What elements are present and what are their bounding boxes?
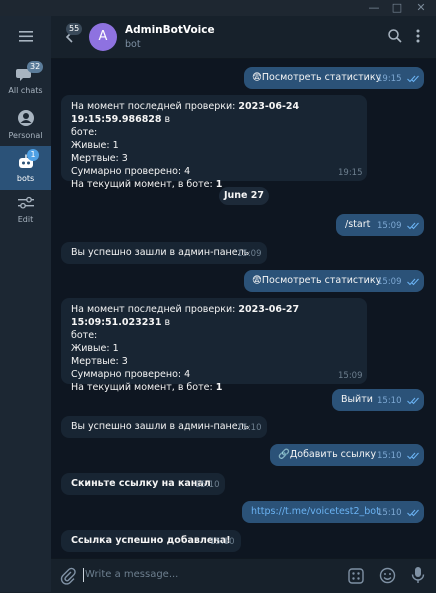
hamburger-menu-icon <box>19 31 33 42</box>
message-text: /start <box>345 219 371 230</box>
sidebar-item-label: Edit <box>17 215 34 224</box>
message-time: 15:10 <box>377 396 402 406</box>
message-time: 15:09 <box>338 371 363 381</box>
date-separator: June 27 <box>219 187 269 205</box>
double-check-icon <box>407 278 419 286</box>
chat-header: 55 A AdminBotVoice bot <box>51 16 436 59</box>
sidebar-item-label: Personal <box>8 131 43 140</box>
message-time: 15:10 <box>195 480 220 490</box>
message-line: Живые: 1 <box>71 140 119 151</box>
message-line: боте: <box>71 127 98 138</box>
message-line: На момент последней проверки: 2023-06-24… <box>71 101 300 125</box>
incoming-message[interactable]: На момент последней проверки: 2023-06-24… <box>61 95 367 190</box>
emoji: 🔗 <box>278 449 290 460</box>
avatar[interactable]: A <box>89 23 117 51</box>
message-text: Ссылка успешно добавлена! <box>71 535 231 546</box>
close-button[interactable]: ✕ <box>414 1 428 15</box>
unread-count-badge: 55 <box>66 23 83 35</box>
outgoing-message[interactable]: 😨Посмотреть статистику 15:09 <box>244 270 424 292</box>
emoji: 😨 <box>252 72 262 83</box>
sidebar-item-all-chats[interactable]: 32 All chats <box>0 60 51 104</box>
message-text: Вы успешно зашли в админ-панель <box>71 247 250 258</box>
microphone-icon[interactable] <box>411 566 425 584</box>
sidebar-item-bots[interactable]: 1 bots <box>0 146 51 190</box>
sidebar-item-personal[interactable]: Personal <box>0 104 51 148</box>
outgoing-message[interactable]: 🔗Добавить ссылку 15:10 <box>270 444 424 466</box>
chat-subtitle: bot <box>125 39 141 50</box>
outgoing-message[interactable]: Выйти 15:10 <box>332 389 424 411</box>
incoming-message[interactable]: Вы успешно зашли в админ-панель 15:09 <box>61 242 267 264</box>
message-text: Вы успешно зашли в админ-панель <box>71 421 250 432</box>
search-icon[interactable] <box>387 28 403 44</box>
double-check-icon <box>407 75 419 83</box>
sidebar-item-label: All chats <box>8 86 43 95</box>
minimize-button[interactable]: — <box>367 1 381 15</box>
unread-badge: 1 <box>27 149 39 161</box>
message-text: Посмотреть статистику <box>261 72 382 83</box>
message-line: На текущий момент, в боте: 1 <box>71 382 223 393</box>
message-line: На момент последней проверки: 2023-06-27… <box>71 304 300 328</box>
unread-badge: 32 <box>27 61 44 73</box>
double-check-icon <box>407 222 419 230</box>
message-time: 15:10 <box>237 423 262 433</box>
folder-sidebar: 32 All chats Personal 1 bots Edit <box>0 16 51 592</box>
message-text: Выйти <box>341 394 373 405</box>
incoming-message[interactable]: На момент последней проверки: 2023-06-27… <box>61 298 367 393</box>
message-time: 15:10 <box>377 451 402 461</box>
double-check-icon <box>407 452 419 460</box>
message-line: Суммарно проверено: 4 <box>71 166 191 177</box>
message-line: Мертвые: 3 <box>71 356 128 367</box>
window-titlebar: — □ ✕ <box>0 0 436 16</box>
message-time: 15:09 <box>377 277 402 287</box>
emoji: 😨 <box>252 275 262 286</box>
message-text: Добавить ссылку <box>289 449 377 460</box>
text-caret <box>83 568 84 582</box>
bot-commands-icon[interactable] <box>348 568 364 584</box>
incoming-message[interactable]: Ссылка успешно добавлена! 15:10 <box>61 530 241 552</box>
message-input[interactable]: Write a message... <box>85 569 178 580</box>
message-time: 15:10 <box>377 508 402 518</box>
message-text: Посмотреть статистику <box>261 275 382 286</box>
sidebar-item-edit[interactable]: Edit <box>0 190 51 234</box>
more-vertical-icon[interactable] <box>414 28 422 44</box>
message-link[interactable]: https://t.me/voicetest2_bot <box>251 505 380 518</box>
emoji-icon[interactable] <box>379 567 396 584</box>
message-line: Суммарно проверено: 4 <box>71 369 191 380</box>
message-time: 15:09 <box>237 249 262 259</box>
message-line: Живые: 1 <box>71 343 119 354</box>
person-icon <box>18 110 34 126</box>
message-line: боте: <box>71 330 98 341</box>
outgoing-message[interactable]: /start 15:09 <box>336 214 424 236</box>
message-time: 15:10 <box>210 537 235 547</box>
message-line: Мертвые: 3 <box>71 153 128 164</box>
chat-title[interactable]: AdminBotVoice <box>125 24 215 36</box>
incoming-message[interactable]: Вы успешно зашли в админ-панель 15:10 <box>61 416 267 438</box>
outgoing-message[interactable]: https://t.me/voicetest2_bot 15:10 <box>242 501 424 523</box>
double-check-icon <box>407 509 419 517</box>
incoming-message[interactable]: Скиньте ссылку на канал 15:10 <box>61 473 225 495</box>
message-composer: Write a message... <box>51 558 436 593</box>
sliders-icon <box>18 196 34 209</box>
message-time: 19:15 <box>377 74 402 84</box>
double-check-icon <box>407 397 419 405</box>
maximize-button[interactable]: □ <box>390 1 404 15</box>
paperclip-icon[interactable] <box>60 567 76 585</box>
message-list[interactable]: 😨Посмотреть статистику 19:15 На момент п… <box>51 59 436 558</box>
message-time: 15:09 <box>377 221 402 231</box>
message-text: Скиньте ссылку на канал <box>71 478 211 489</box>
sidebar-item-label: bots <box>16 174 35 183</box>
message-line: На текущий момент, в боте: 1 <box>71 179 223 190</box>
outgoing-message[interactable]: 😨Посмотреть статистику 19:15 <box>244 67 424 89</box>
message-time: 19:15 <box>338 168 363 178</box>
